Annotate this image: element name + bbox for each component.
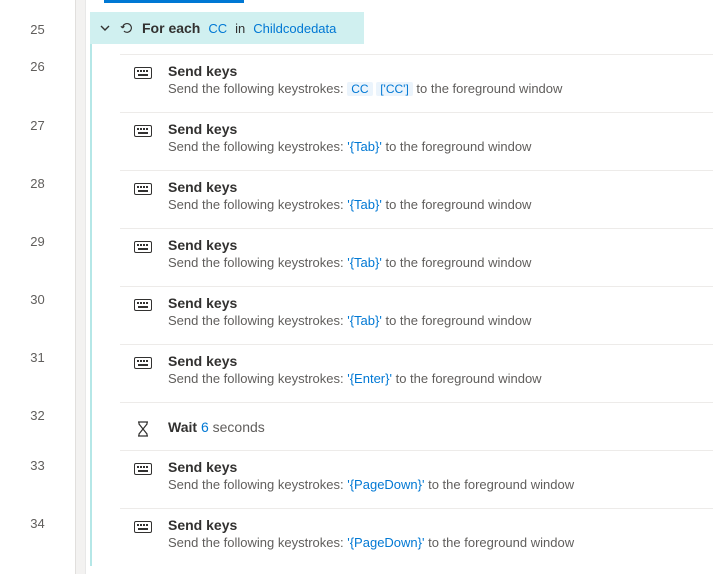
send-keys-action[interactable]: Send keys Send the following keystrokes:… bbox=[120, 112, 713, 170]
send-keys-action[interactable]: Send keys Send the following keystrokes:… bbox=[120, 286, 713, 344]
action-description: Send the following keystrokes: '{Tab}' t… bbox=[168, 255, 531, 270]
action-description: Send the following keystrokes: '{Tab}' t… bbox=[168, 313, 531, 328]
active-tab-indicator bbox=[104, 0, 244, 3]
action-title: Send keys bbox=[168, 179, 531, 195]
action-description: Send the following keystrokes: '{PageDow… bbox=[168, 535, 574, 550]
action-title: Send keys bbox=[168, 121, 531, 137]
nested-block: Send keys Send the following keystrokes:… bbox=[90, 44, 713, 566]
send-keys-action[interactable]: Send keys Send the following keystrokes:… bbox=[120, 228, 713, 286]
loop-variable[interactable]: CC bbox=[208, 21, 227, 36]
action-body: Send keys Send the following keystrokes:… bbox=[168, 63, 562, 96]
action-body: Wait 6 seconds bbox=[168, 419, 265, 435]
chevron-down-icon[interactable] bbox=[98, 21, 112, 35]
line-number: 29 bbox=[0, 234, 75, 292]
line-number: 32 bbox=[0, 408, 75, 457]
wait-value: 6 bbox=[201, 419, 209, 435]
keyboard-icon bbox=[132, 459, 154, 475]
loop-collection[interactable]: Childcodedata bbox=[253, 21, 336, 36]
action-description: Send the following keystrokes: '{Tab}' t… bbox=[168, 197, 531, 212]
in-keyword: in bbox=[235, 21, 245, 36]
param-key: '{Tab}' bbox=[347, 313, 382, 328]
action-body: Send keys Send the following keystrokes:… bbox=[168, 121, 531, 154]
line-number: 30 bbox=[0, 292, 75, 350]
line-number: 33 bbox=[0, 458, 75, 516]
action-title: Send keys bbox=[168, 63, 562, 79]
keyboard-icon bbox=[132, 517, 154, 533]
action-body: Send keys Send the following keystrokes:… bbox=[168, 237, 531, 270]
editor-container: 25 26 27 28 29 30 31 32 33 34 For each C… bbox=[0, 0, 713, 574]
param-accessor: ['CC'] bbox=[376, 82, 413, 96]
flow-canvas: For each CC in Childcodedata Send keys S… bbox=[76, 0, 713, 574]
action-title: Send keys bbox=[168, 295, 531, 311]
keyboard-icon bbox=[132, 63, 154, 79]
foreach-action[interactable]: For each CC in Childcodedata bbox=[90, 12, 364, 44]
loop-icon bbox=[120, 21, 134, 35]
action-body: Send keys Send the following keystrokes:… bbox=[168, 517, 574, 550]
param-key: '{Tab}' bbox=[347, 139, 382, 154]
action-list: For each CC in Childcodedata Send keys S… bbox=[86, 0, 713, 574]
action-description: Send the following keystrokes: '{PageDow… bbox=[168, 477, 574, 492]
action-body: Send keys Send the following keystrokes:… bbox=[168, 295, 531, 328]
param-key: '{Enter}' bbox=[347, 371, 392, 386]
keyboard-icon bbox=[132, 121, 154, 137]
send-keys-action[interactable]: Send keys Send the following keystrokes:… bbox=[120, 54, 713, 112]
send-keys-action[interactable]: Send keys Send the following keystrokes:… bbox=[120, 450, 713, 508]
keyboard-icon bbox=[132, 353, 154, 369]
action-title: Send keys bbox=[168, 353, 542, 369]
action-body: Send keys Send the following keystrokes:… bbox=[168, 459, 574, 492]
wait-action[interactable]: Wait 6 seconds bbox=[120, 402, 713, 450]
line-number: 34 bbox=[0, 516, 75, 574]
keyboard-icon bbox=[132, 179, 154, 195]
hourglass-icon bbox=[132, 417, 154, 437]
param-variable: CC bbox=[347, 82, 372, 96]
action-description: Send the following keystrokes: '{Tab}' t… bbox=[168, 139, 531, 154]
foreach-label: For each bbox=[142, 20, 200, 36]
keyboard-icon bbox=[132, 295, 154, 311]
action-description: Send the following keystrokes: CC ['CC']… bbox=[168, 81, 562, 96]
keyboard-icon bbox=[132, 237, 154, 253]
line-number: 28 bbox=[0, 176, 75, 234]
action-description: Send the following keystrokes: '{Enter}'… bbox=[168, 371, 542, 386]
line-number: 31 bbox=[0, 350, 75, 408]
line-number: 26 bbox=[0, 59, 75, 117]
param-key: '{Tab}' bbox=[347, 255, 382, 270]
line-number: 27 bbox=[0, 118, 75, 176]
send-keys-action[interactable]: Send keys Send the following keystrokes:… bbox=[120, 344, 713, 402]
action-title: Send keys bbox=[168, 517, 574, 533]
action-title: Wait bbox=[168, 419, 197, 435]
indent-rail bbox=[76, 0, 86, 574]
action-title: Send keys bbox=[168, 459, 574, 475]
send-keys-action[interactable]: Send keys Send the following keystrokes:… bbox=[120, 508, 713, 566]
action-body: Send keys Send the following keystrokes:… bbox=[168, 179, 531, 212]
send-keys-action[interactable]: Send keys Send the following keystrokes:… bbox=[120, 170, 713, 228]
line-number-gutter: 25 26 27 28 29 30 31 32 33 34 bbox=[0, 0, 76, 574]
param-key: '{Tab}' bbox=[347, 197, 382, 212]
action-title: Send keys bbox=[168, 237, 531, 253]
param-key: '{PageDown}' bbox=[347, 477, 424, 492]
action-body: Send keys Send the following keystrokes:… bbox=[168, 353, 542, 386]
param-key: '{PageDown}' bbox=[347, 535, 424, 550]
line-number: 25 bbox=[0, 22, 75, 59]
